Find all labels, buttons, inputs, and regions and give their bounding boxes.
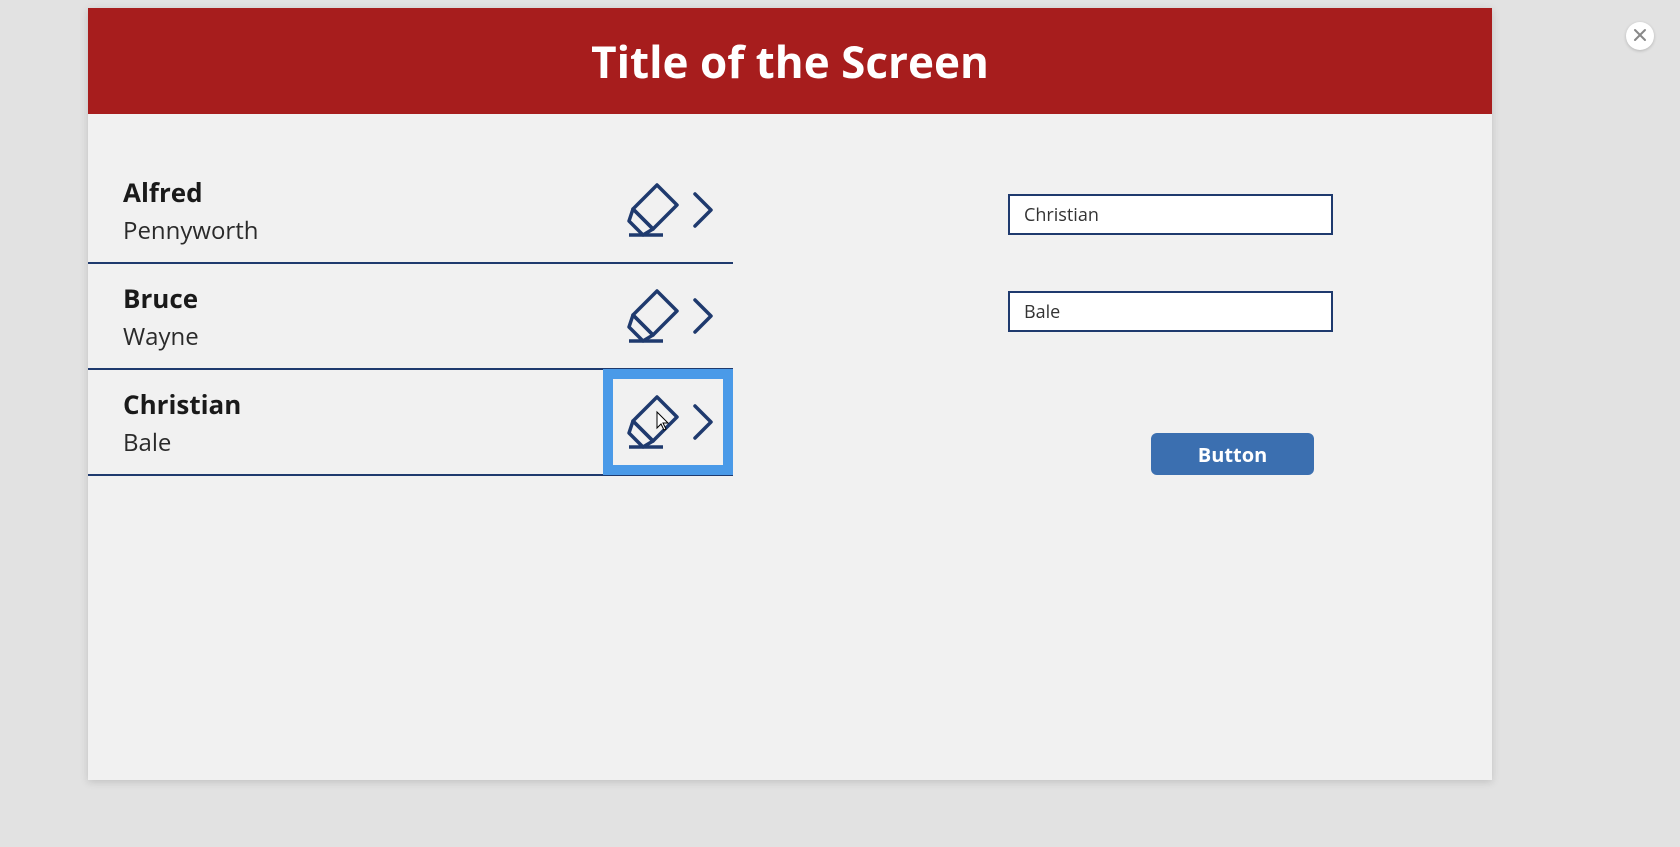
last-name-label: Bale bbox=[123, 426, 241, 459]
chevron-right-icon bbox=[691, 296, 717, 336]
list-item-text: Alfred Pennyworth bbox=[123, 174, 259, 247]
list-item[interactable]: Christian Bale bbox=[88, 370, 733, 476]
close-icon bbox=[1633, 25, 1647, 47]
list-item[interactable]: Alfred Pennyworth bbox=[88, 158, 733, 264]
edit-action[interactable] bbox=[603, 369, 733, 475]
last-name-label: Pennyworth bbox=[123, 214, 259, 247]
first-name-label: Alfred bbox=[123, 174, 259, 210]
screen-title: Title of the Screen bbox=[591, 31, 989, 91]
chevron-right-icon bbox=[691, 402, 717, 442]
first-name-label: Bruce bbox=[123, 280, 199, 316]
content-area: Alfred Pennyworth bbox=[88, 114, 1492, 476]
chevron-right-icon bbox=[691, 190, 717, 230]
last-name-input[interactable] bbox=[1008, 291, 1333, 332]
modal-dialog: Title of the Screen Alfred Pennyworth bbox=[88, 8, 1492, 780]
list-item-text: Christian Bale bbox=[123, 386, 241, 459]
edit-action[interactable] bbox=[603, 157, 733, 263]
edit-action[interactable] bbox=[603, 263, 733, 369]
eraser-icon bbox=[619, 283, 685, 349]
list-item[interactable]: Bruce Wayne bbox=[88, 264, 733, 370]
list-panel: Alfred Pennyworth bbox=[88, 114, 733, 476]
eraser-icon bbox=[619, 389, 685, 455]
close-button[interactable] bbox=[1626, 22, 1654, 50]
submit-button[interactable]: Button bbox=[1151, 433, 1314, 475]
eraser-icon bbox=[619, 177, 685, 243]
last-name-label: Wayne bbox=[123, 320, 199, 353]
form-panel: Button bbox=[733, 114, 1492, 476]
first-name-input[interactable] bbox=[1008, 194, 1333, 235]
list-item-text: Bruce Wayne bbox=[123, 280, 199, 353]
screen-header: Title of the Screen bbox=[88, 8, 1492, 114]
first-name-label: Christian bbox=[123, 386, 241, 422]
